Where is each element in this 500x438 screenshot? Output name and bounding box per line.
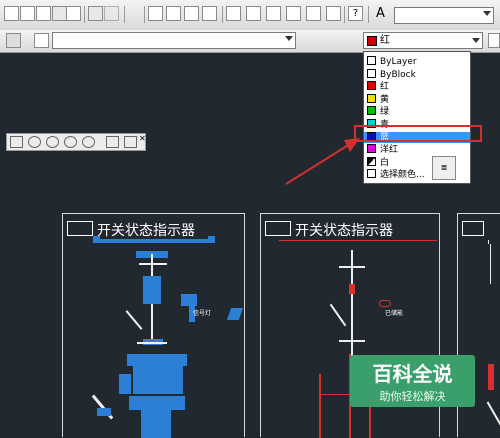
zoom-previous-icon[interactable] — [202, 6, 217, 21]
undo-icon[interactable] — [88, 6, 103, 21]
color-swatch — [367, 56, 376, 65]
watermark-subtitle: 助你轻松解决 — [379, 390, 446, 403]
color-option[interactable]: 洋红 — [367, 144, 398, 155]
panel-3-symbol — [462, 221, 484, 236]
match-properties-icon[interactable] — [52, 6, 67, 21]
color-option-label: ByBlock — [380, 69, 416, 80]
annotation-arrow — [285, 138, 360, 185]
color-swatch — [367, 93, 376, 103]
color-option[interactable]: 白 — [367, 156, 390, 168]
panel-1-title: 开关状态指示器 — [97, 223, 195, 239]
color-combo[interactable]: 红 — [363, 32, 483, 49]
new-file-icon[interactable] — [4, 6, 19, 21]
zoom-realtime-icon[interactable] — [166, 6, 181, 21]
properties-toolbar: 红 — [0, 30, 500, 53]
color-combo-value: 红 — [380, 35, 390, 46]
panel-1-lamp-label: 信号灯 — [193, 310, 212, 317]
color-option[interactable]: 红 — [367, 81, 389, 92]
brush-icon[interactable] — [66, 6, 81, 21]
layer-previous-icon[interactable] — [318, 33, 333, 48]
zoom-window-icon[interactable] — [184, 6, 199, 21]
color-option-label: 白 — [380, 157, 390, 168]
color-option-label: ByLayer — [380, 57, 417, 67]
color-option-label: 绿 — [380, 107, 390, 118]
color-option-label: 黄 — [380, 94, 390, 105]
color-option-label: 选择颜色... — [380, 170, 425, 181]
panel-2-symbol — [265, 221, 291, 236]
tool-palettes-icon[interactable] — [266, 6, 281, 21]
color-swatch — [367, 81, 376, 91]
panel-2-title: 开关状态指示器 — [295, 223, 393, 239]
design-center-icon[interactable] — [246, 6, 261, 21]
pan-icon[interactable] — [148, 6, 163, 21]
markup-icon[interactable] — [306, 6, 321, 21]
sphere-icon[interactable] — [28, 136, 41, 148]
text-style-combo[interactable] — [394, 7, 494, 24]
properties-icon[interactable] — [226, 6, 241, 21]
color-option[interactable]: 选择颜色... — [367, 169, 425, 180]
box-icon[interactable] — [106, 136, 119, 148]
watermark-title: 百科全说 — [372, 362, 453, 386]
sphere-remove-icon[interactable] — [64, 136, 77, 148]
linetype-icon[interactable] — [488, 33, 500, 48]
color-option-label: 红 — [380, 82, 390, 93]
view-icon[interactable] — [10, 136, 23, 148]
make-current-icon[interactable] — [300, 33, 315, 48]
text-style-icon[interactable]: A — [376, 6, 391, 21]
color-option[interactable]: ByLayer — [367, 56, 417, 67]
panel-2-charged-label: 已储能 — [385, 310, 404, 317]
sphere-add-icon[interactable] — [46, 136, 59, 148]
paste-icon[interactable] — [36, 6, 51, 21]
standard-toolbar: ? A — [0, 0, 500, 31]
redo-icon[interactable] — [104, 6, 119, 21]
copy-icon[interactable] — [20, 6, 35, 21]
help-icon[interactable]: ? — [348, 6, 363, 21]
box-edit-icon[interactable] — [124, 136, 137, 148]
tooltip-icon: ≣ — [432, 156, 456, 180]
layer-iso-icon[interactable] — [336, 33, 351, 48]
panel-1-symbol — [67, 221, 93, 236]
calculator-icon[interactable] — [326, 6, 341, 21]
close-icon[interactable]: ✕ — [139, 134, 146, 143]
layer-manager-icon[interactable] — [6, 33, 21, 48]
layer-combo[interactable] — [52, 32, 296, 49]
color-option[interactable]: 黄 — [367, 93, 390, 105]
floating-view-toolbar: ✕ — [6, 133, 146, 151]
color-option[interactable]: ByBlock — [367, 68, 416, 80]
watermark-badge: 百科全说 助你轻松解决 — [350, 355, 475, 407]
highlight-annotation-box — [354, 125, 482, 142]
color-swatch — [367, 68, 376, 78]
color-swatch — [367, 106, 376, 116]
color-swatch — [367, 36, 377, 46]
color-option[interactable]: 绿 — [367, 106, 389, 117]
orbit-icon[interactable] — [82, 136, 95, 148]
sheet-set-icon[interactable] — [286, 6, 301, 21]
drawing-panel-1: 开关状态指示器 信号灯 — [62, 213, 245, 438]
layer-state-icon[interactable] — [34, 33, 49, 48]
color-option-label: 洋红 — [380, 145, 399, 156]
